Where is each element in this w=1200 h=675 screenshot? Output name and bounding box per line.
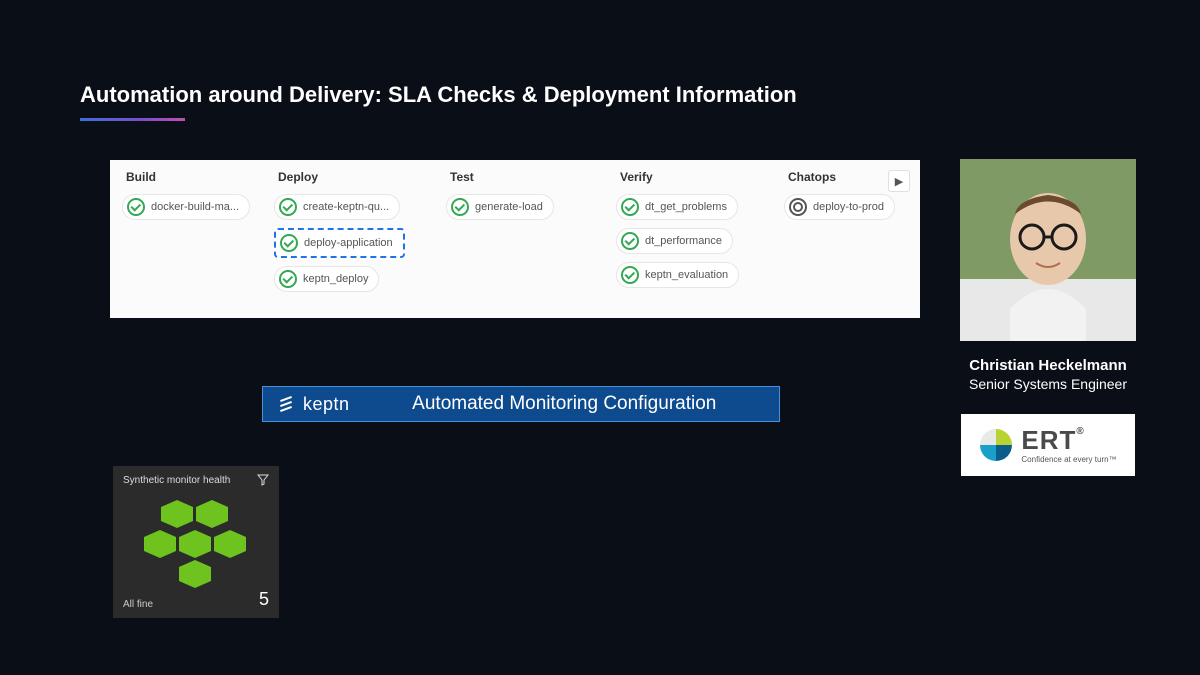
ert-tagline: Confidence at every turn™ bbox=[1021, 456, 1116, 464]
step-label: keptn_deploy bbox=[303, 273, 368, 285]
check-icon bbox=[621, 232, 639, 250]
check-icon bbox=[279, 270, 297, 288]
title-underline bbox=[80, 118, 185, 121]
speaker-role: Senior Systems Engineer bbox=[960, 376, 1136, 392]
step-keptn-evaluation[interactable]: keptn_evaluation bbox=[616, 262, 739, 288]
speaker-name: Christian Heckelmann bbox=[960, 357, 1136, 374]
speaker-photo bbox=[960, 159, 1136, 341]
step-keptn-deploy[interactable]: keptn_deploy bbox=[274, 266, 379, 292]
step-label: docker-build-ma... bbox=[151, 201, 239, 213]
stage-chatops: Chatops deploy-to-prod bbox=[784, 170, 914, 308]
syn-count: 5 bbox=[259, 589, 269, 610]
stage-build: Build docker-build-ma... bbox=[122, 170, 274, 308]
step-create-keptn[interactable]: create-keptn-qu... bbox=[274, 194, 400, 220]
hex-cluster bbox=[123, 492, 269, 589]
step-label: dt_get_problems bbox=[645, 201, 727, 213]
hex-icon bbox=[179, 530, 211, 558]
stage-header: Test bbox=[446, 170, 616, 184]
step-label: deploy-to-prod bbox=[813, 201, 884, 213]
hex-icon bbox=[179, 560, 211, 588]
stage-deploy: Deploy create-keptn-qu... deploy-applica… bbox=[274, 170, 446, 308]
stage-header: Build bbox=[122, 170, 274, 184]
step-dt-performance[interactable]: dt_performance bbox=[616, 228, 733, 254]
step-label: generate-load bbox=[475, 201, 543, 213]
filter-icon[interactable] bbox=[257, 474, 269, 486]
speaker-panel: Christian Heckelmann Senior Systems Engi… bbox=[960, 159, 1136, 476]
step-deploy-application[interactable]: deploy-application bbox=[274, 228, 405, 258]
step-label: deploy-application bbox=[304, 237, 393, 249]
step-generate-load[interactable]: generate-load bbox=[446, 194, 554, 220]
stage-header: Deploy bbox=[274, 170, 446, 184]
check-icon bbox=[621, 266, 639, 284]
step-dt-get-problems[interactable]: dt_get_problems bbox=[616, 194, 738, 220]
stage-verify: Verify dt_get_problems dt_performance ke… bbox=[616, 170, 784, 308]
stage-test: Test generate-load bbox=[446, 170, 616, 308]
gear-icon bbox=[789, 198, 807, 216]
hex-icon bbox=[214, 530, 246, 558]
step-label: create-keptn-qu... bbox=[303, 201, 389, 213]
check-icon bbox=[621, 198, 639, 216]
syn-status: All fine bbox=[123, 599, 153, 610]
stage-header: Verify bbox=[616, 170, 784, 184]
step-label: dt_performance bbox=[645, 235, 722, 247]
ert-logo: ERT® Confidence at every turn™ bbox=[961, 414, 1135, 476]
step-deploy-to-prod[interactable]: deploy-to-prod bbox=[784, 194, 895, 220]
keptn-brand-text: keptn bbox=[303, 394, 350, 415]
syn-title: Synthetic monitor health bbox=[123, 475, 230, 486]
check-icon bbox=[451, 198, 469, 216]
hex-icon bbox=[196, 500, 228, 528]
hex-icon bbox=[144, 530, 176, 558]
hex-icon bbox=[161, 500, 193, 528]
synthetic-monitor-tile[interactable]: Synthetic monitor health All fine 5 bbox=[113, 466, 279, 618]
check-icon bbox=[280, 234, 298, 252]
slide-title: Automation around Delivery: SLA Checks &… bbox=[80, 82, 797, 108]
step-label: keptn_evaluation bbox=[645, 269, 728, 281]
check-icon bbox=[127, 198, 145, 216]
delivery-pipeline: ▶ Build docker-build-ma... Deploy create… bbox=[110, 160, 920, 318]
keptn-banner: keptn Automated Monitoring Configuration bbox=[262, 386, 780, 422]
stage-header: Chatops bbox=[784, 170, 914, 184]
ert-name: ERT® bbox=[1021, 427, 1084, 453]
keptn-banner-text: Automated Monitoring Configuration bbox=[364, 393, 765, 415]
check-icon bbox=[279, 198, 297, 216]
keptn-logo: keptn bbox=[277, 394, 350, 415]
step-docker-build[interactable]: docker-build-ma... bbox=[122, 194, 250, 220]
ert-mark-icon bbox=[979, 428, 1013, 462]
keptn-icon bbox=[277, 394, 297, 414]
